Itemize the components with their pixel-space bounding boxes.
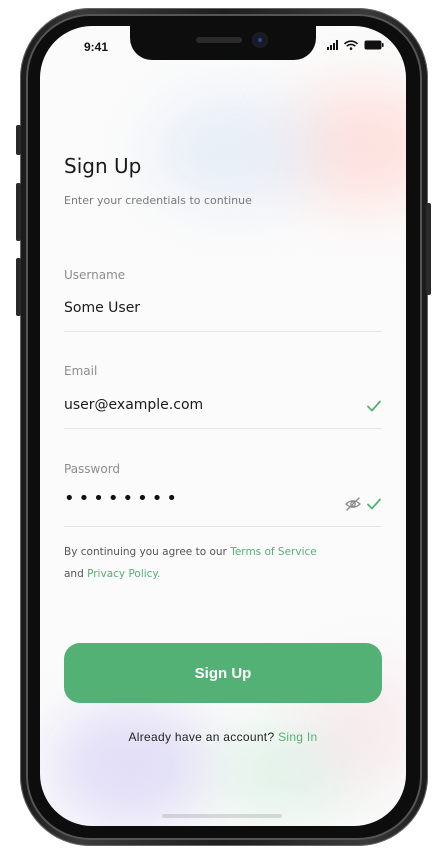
page-title: Sign Up (64, 154, 142, 178)
silent-switch (16, 125, 21, 155)
check-icon (366, 496, 382, 515)
wifi-icon (344, 40, 358, 50)
power-button (426, 203, 431, 295)
volume-down-button (16, 258, 21, 316)
page-subtitle: Enter your credentials to continue (64, 194, 252, 207)
username-label: Username (64, 268, 126, 282)
username-underline (64, 331, 382, 332)
terms-of-service-link[interactable]: Terms of Service (230, 546, 317, 558)
sign-in-prompt: Already have an account? Sing In (64, 730, 382, 744)
have-account-text: Already have an account? (128, 730, 279, 744)
username-input[interactable]: Some User (64, 300, 140, 316)
sign-up-button[interactable]: Sign Up (64, 643, 382, 703)
background-glow (50, 706, 210, 826)
password-input[interactable]: •••••••• (64, 488, 181, 509)
terms-prefix: By continuing you agree to our (64, 546, 231, 558)
terms-notice: By continuing you agree to our Terms of … (64, 541, 382, 585)
speaker-grille (196, 37, 242, 43)
cellular-signal-icon (327, 40, 338, 50)
status-icons (327, 40, 384, 50)
eye-off-icon[interactable] (344, 496, 362, 515)
email-underline (64, 428, 382, 429)
password-label: Password (64, 462, 121, 476)
check-icon (366, 398, 382, 417)
email-input[interactable]: user@example.com (64, 397, 203, 413)
phone-screen: 9:41 Sign Up Enter your credentials to c… (40, 26, 406, 826)
home-indicator[interactable] (162, 814, 282, 818)
status-time: 9:41 (84, 40, 109, 54)
background-glow (150, 96, 320, 206)
privacy-policy-link[interactable]: Privacy Policy. (87, 568, 160, 580)
front-camera (254, 34, 266, 46)
terms-and: and (64, 568, 88, 580)
sign-up-button-label: Sign Up (194, 664, 252, 682)
battery-icon (364, 40, 384, 50)
password-underline (64, 526, 382, 527)
notch (130, 26, 316, 60)
email-label: Email (64, 364, 98, 378)
sign-in-link[interactable]: Sing In (278, 730, 317, 744)
volume-up-button (16, 183, 21, 241)
